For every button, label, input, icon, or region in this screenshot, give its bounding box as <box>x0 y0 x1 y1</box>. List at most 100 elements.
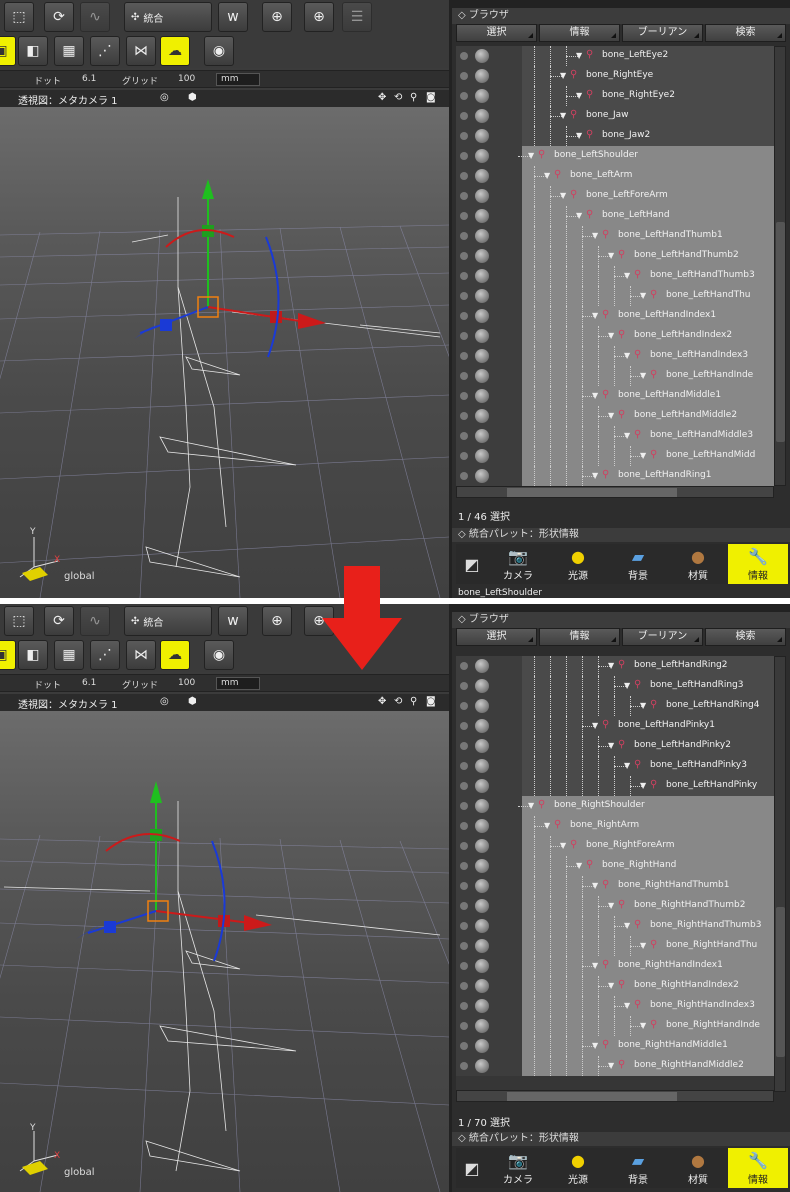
visibility-icon[interactable] <box>460 432 468 440</box>
expand-triangle-icon[interactable]: ▼ <box>640 941 646 950</box>
render-toggle-icon[interactable] <box>475 89 489 103</box>
visibility-icon[interactable] <box>460 962 468 970</box>
expand-triangle-icon[interactable]: ▼ <box>592 391 598 400</box>
visibility-icon[interactable] <box>460 72 468 80</box>
tree-row[interactable]: ▼ ⚲ bone_LeftHandThumb3 <box>456 266 774 286</box>
visibility-icon[interactable] <box>460 392 468 400</box>
expand-triangle-icon[interactable]: ▼ <box>592 471 598 480</box>
tree-vertical-scrollbar[interactable] <box>774 46 786 486</box>
lasso-icon[interactable]: ∿ <box>80 2 110 32</box>
render-toggle-icon[interactable] <box>475 759 489 773</box>
visibility-icon[interactable] <box>460 1002 468 1010</box>
tree-row[interactable]: ▼ ⚲ bone_LeftHandRing4 <box>456 696 774 716</box>
visibility-icon[interactable] <box>460 742 468 750</box>
visibility-icon[interactable] <box>460 1042 468 1050</box>
rotate-icon[interactable]: ⟳ <box>44 2 74 32</box>
expand-triangle-icon[interactable]: ▼ <box>528 801 534 810</box>
material-button[interactable]: ● 材質 <box>668 1148 728 1188</box>
tree-row[interactable]: ▼ ⚲ bone_RightShoulder <box>456 796 774 816</box>
visibility-icon[interactable] <box>460 762 468 770</box>
render-toggle-icon[interactable] <box>475 469 489 483</box>
visibility-icon[interactable] <box>460 192 468 200</box>
merge-button[interactable]: ✣ 統合 <box>124 606 212 636</box>
visibility-icon[interactable] <box>460 92 468 100</box>
list-icon[interactable]: ☰ <box>342 2 372 32</box>
tree-horizontal-scrollbar[interactable] <box>456 486 774 498</box>
tree-row[interactable]: ▼ ⚲ bone_RightHandThu <box>456 936 774 956</box>
render-toggle-icon[interactable] <box>475 679 489 693</box>
edge-icon[interactable]: ⋈ <box>126 640 156 670</box>
tree-vertical-scrollbar[interactable] <box>774 656 786 1092</box>
visibility-icon[interactable] <box>460 272 468 280</box>
sphere-icon[interactable]: ◉ <box>204 640 234 670</box>
object-name-field[interactable]: bone_LeftShoulder <box>458 588 542 598</box>
expand-triangle-icon[interactable]: ▼ <box>576 131 582 140</box>
render-toggle-icon[interactable] <box>475 389 489 403</box>
mesh-icon[interactable]: ▦ <box>54 36 84 66</box>
render-toggle-icon[interactable] <box>475 819 489 833</box>
expand-triangle-icon[interactable]: ▼ <box>528 151 534 160</box>
expand-triangle-icon[interactable]: ▼ <box>640 451 646 460</box>
render-toggle-icon[interactable] <box>475 369 489 383</box>
tree-row[interactable]: ▼ ⚲ bone_LeftHandMidd <box>456 446 774 466</box>
render-toggle-icon[interactable] <box>475 429 489 443</box>
light-button[interactable]: ● 光源 <box>548 544 608 584</box>
tab-select[interactable]: 選択 <box>456 24 537 42</box>
cube-icon[interactable]: ◧ <box>18 640 48 670</box>
unit-select[interactable]: mm <box>216 677 260 690</box>
visibility-icon[interactable] <box>460 902 468 910</box>
render-toggle-icon[interactable] <box>475 69 489 83</box>
visibility-icon[interactable] <box>460 52 468 60</box>
target-icon[interactable]: ⊕ <box>304 2 334 32</box>
expand-triangle-icon[interactable]: ▼ <box>624 921 630 930</box>
dot-value[interactable]: 6.1 <box>82 74 96 84</box>
coord-mode-label[interactable]: global <box>64 1167 95 1178</box>
render-toggle-icon[interactable] <box>475 169 489 183</box>
tree-row[interactable]: ▼ ⚲ bone_Jaw <box>456 106 774 126</box>
render-toggle-icon[interactable] <box>475 779 489 793</box>
render-toggle-icon[interactable] <box>475 719 489 733</box>
tree-row[interactable]: ▼ ⚲ bone_LeftShoulder <box>456 146 774 166</box>
background-button[interactable]: ▰ 背景 <box>608 544 668 584</box>
tree-row[interactable]: ▼ ⚲ bone_LeftHandRing2 <box>456 656 774 676</box>
visibility-icon[interactable] <box>460 682 468 690</box>
tree-row[interactable]: ▼ ⚲ bone_RightForeArm <box>456 836 774 856</box>
tree-row[interactable]: ▼ ⚲ bone_LeftHandThumb2 <box>456 246 774 266</box>
expand-triangle-icon[interactable]: ▼ <box>608 661 614 670</box>
visibility-icon[interactable] <box>460 232 468 240</box>
expand-triangle-icon[interactable]: ▼ <box>592 721 598 730</box>
expand-triangle-icon[interactable]: ▼ <box>640 1021 646 1030</box>
render-toggle-icon[interactable] <box>475 1019 489 1033</box>
tab-search[interactable]: 検索 <box>705 628 786 646</box>
tree-row[interactable]: ▼ ⚲ bone_LeftHandMiddle3 <box>456 426 774 446</box>
scroll-thumb[interactable] <box>507 1092 677 1101</box>
mesh-icon[interactable]: ▦ <box>54 640 84 670</box>
shading-icon[interactable]: ⬢ <box>188 92 197 103</box>
info-button[interactable]: 🔧 情報 <box>728 544 788 584</box>
expand-triangle-icon[interactable]: ▼ <box>608 981 614 990</box>
expand-triangle-icon[interactable]: ▼ <box>624 271 630 280</box>
info-button[interactable]: 🔧 情報 <box>728 1148 788 1188</box>
tree-row[interactable]: ▼ ⚲ bone_LeftHandRing1 <box>456 466 774 486</box>
tree-row[interactable]: ▼ ⚲ bone_LeftHandMiddle2 <box>456 406 774 426</box>
visibility-icon[interactable] <box>460 412 468 420</box>
expand-triangle-icon[interactable]: ▼ <box>576 211 582 220</box>
render-toggle-icon[interactable] <box>475 999 489 1013</box>
render-toggle-icon[interactable] <box>475 699 489 713</box>
visibility-icon[interactable] <box>460 132 468 140</box>
expand-triangle-icon[interactable]: ▼ <box>608 1061 614 1070</box>
scroll-thumb[interactable] <box>776 907 785 1057</box>
expand-triangle-icon[interactable]: ▼ <box>592 311 598 320</box>
visibility-icon[interactable] <box>460 882 468 890</box>
tree-row[interactable]: ▼ ⚲ bone_LeftHandIndex1 <box>456 306 774 326</box>
tab-search[interactable]: 検索 <box>705 24 786 42</box>
render-toggle-icon[interactable] <box>475 309 489 323</box>
camera-target-icon[interactable]: ◎ <box>160 696 169 707</box>
render-toggle-icon[interactable] <box>475 349 489 363</box>
render-toggle-icon[interactable] <box>475 799 489 813</box>
orbit-icon[interactable]: ⟲ <box>394 92 402 103</box>
render-toggle-icon[interactable] <box>475 939 489 953</box>
render-toggle-icon[interactable] <box>475 189 489 203</box>
camera-target-icon[interactable]: ◎ <box>160 92 169 103</box>
expand-triangle-icon[interactable]: ▼ <box>560 71 566 80</box>
